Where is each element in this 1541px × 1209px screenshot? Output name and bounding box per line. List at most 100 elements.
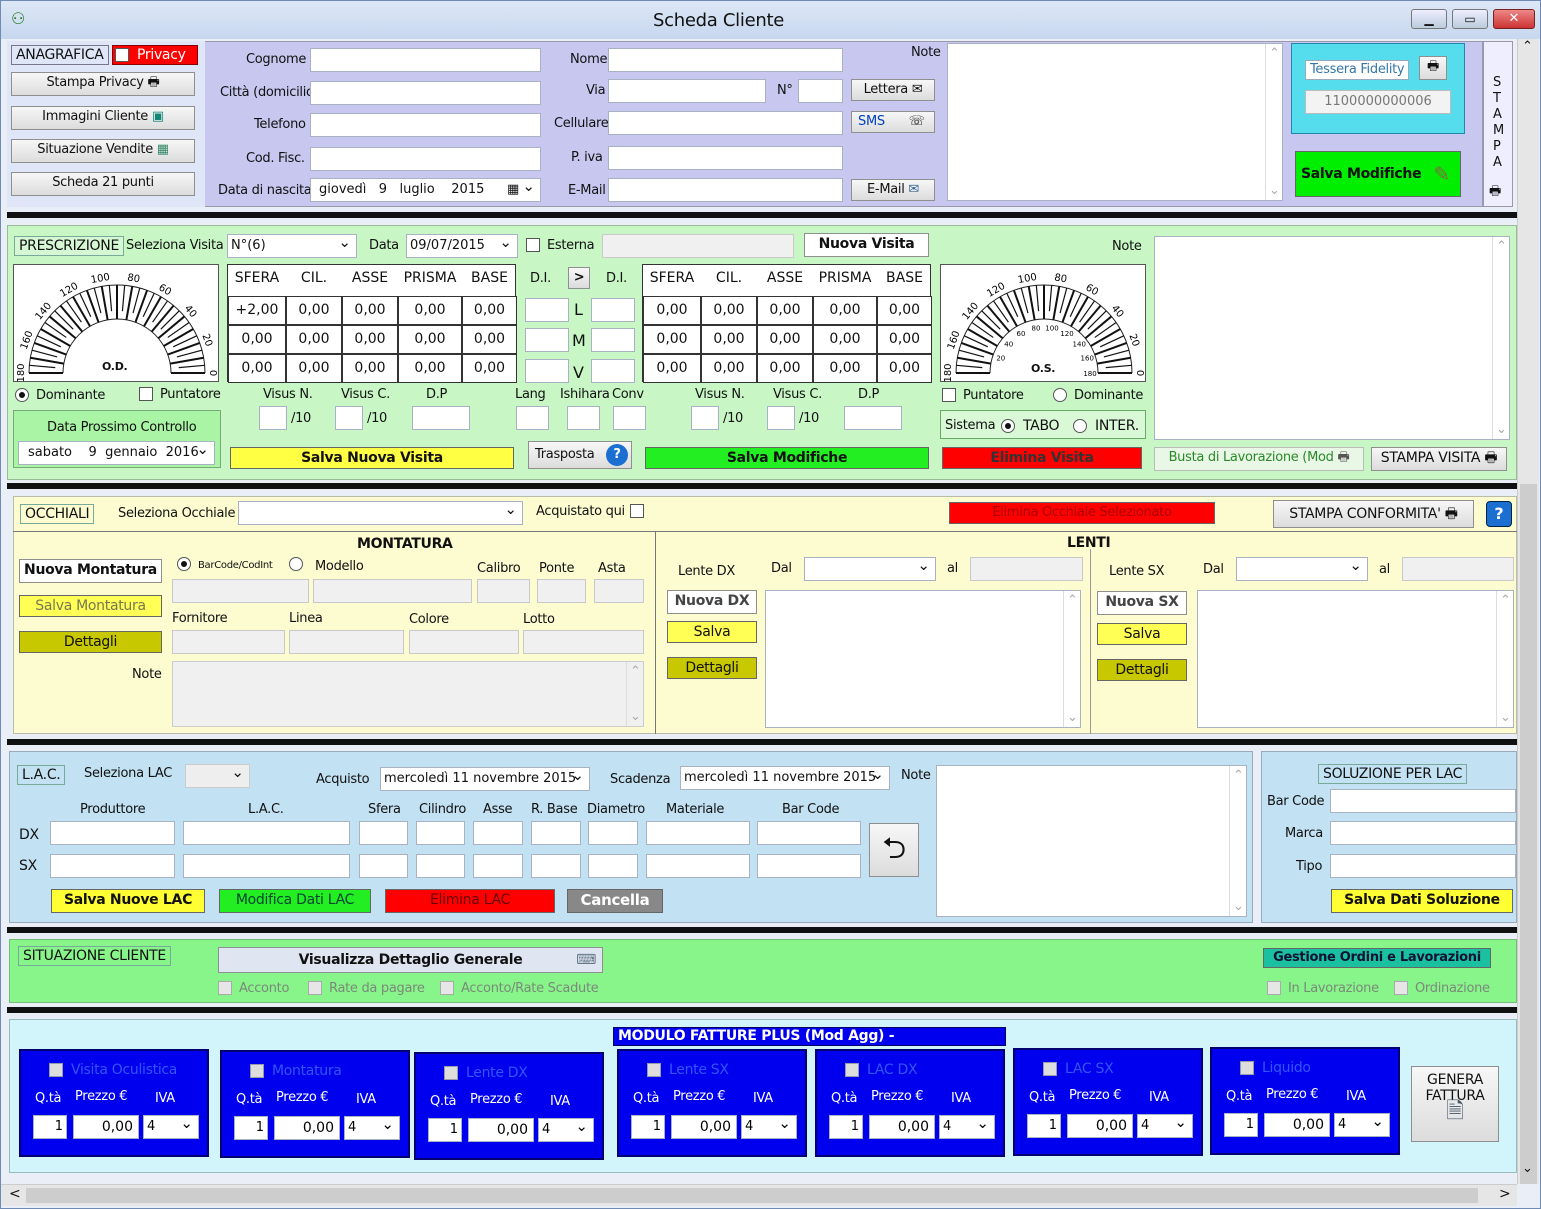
- od-table-cell[interactable]: 0,00: [342, 296, 398, 325]
- lente-sx-textarea[interactable]: [1197, 590, 1514, 728]
- fattura-item-checkbox[interactable]: [1240, 1061, 1254, 1075]
- salva-modifiche-visita-button[interactable]: Salva Modifiche: [645, 447, 929, 469]
- cognome-input[interactable]: [310, 48, 541, 72]
- prezzo-input[interactable]: 0,00: [869, 1115, 935, 1139]
- lac-dx-input[interactable]: [473, 821, 523, 845]
- inter-radio[interactable]: [1073, 419, 1087, 433]
- calibro-input[interactable]: [477, 579, 530, 603]
- prezzo-input[interactable]: 0,00: [468, 1118, 534, 1142]
- puntatore-od-checkbox[interactable]: [139, 387, 153, 401]
- stampa-side-button[interactable]: S T A M P A 🖶: [1483, 41, 1513, 207]
- visus-n-os-input[interactable]: [691, 406, 719, 430]
- cellulare-input[interactable]: [608, 111, 843, 135]
- scroll-thumb[interactable]: [1520, 484, 1537, 1184]
- os-table-cell[interactable]: 0,00: [643, 325, 701, 354]
- od-table-cell[interactable]: 0,00: [398, 296, 462, 325]
- lac-dx-input[interactable]: [531, 821, 581, 845]
- esterna-input[interactable]: [602, 234, 794, 258]
- citta-input[interactable]: [310, 81, 541, 105]
- prezzo-input[interactable]: 0,00: [1264, 1113, 1330, 1137]
- lac-dx-input[interactable]: [183, 821, 350, 845]
- od-table-cell[interactable]: 0,00: [286, 354, 342, 383]
- lac-note-textarea[interactable]: [936, 765, 1247, 917]
- immagini-cliente-button[interactable]: Immagini Cliente ▣: [11, 106, 195, 130]
- di-od-v-input[interactable]: [525, 359, 569, 383]
- od-table-cell[interactable]: 0,00: [462, 296, 517, 325]
- od-table-cell[interactable]: 0,00: [398, 325, 462, 354]
- trasposta-button[interactable]: Trasposta?: [528, 441, 632, 469]
- salva-dx-button[interactable]: Salva: [667, 621, 757, 643]
- lente-sx-scrollbar[interactable]: [1496, 591, 1513, 727]
- lac-sx-input[interactable]: [588, 854, 638, 878]
- nuova-sx-button[interactable]: Nuova SX: [1097, 591, 1187, 615]
- email-input[interactable]: [608, 178, 843, 202]
- dal-dx-select[interactable]: [804, 557, 936, 581]
- od-table-cell[interactable]: 0,00: [342, 354, 398, 383]
- lavorazione-checkbox[interactable]: [1267, 981, 1281, 995]
- salva-sx-button[interactable]: Salva: [1097, 623, 1187, 645]
- vertical-scrollbar[interactable]: ⌃ ⌄: [1517, 39, 1539, 1184]
- os-table-cell[interactable]: 0,00: [877, 354, 932, 383]
- scroll-right-icon[interactable]: >: [1499, 1186, 1511, 1202]
- acquistato-checkbox[interactable]: [630, 504, 644, 518]
- od-table-cell[interactable]: 0,00: [228, 325, 286, 354]
- numero-input[interactable]: [798, 79, 843, 103]
- visualizza-dettaglio-button[interactable]: Visualizza Dettaglio Generale ⌨: [218, 947, 603, 973]
- scroll-down-icon[interactable]: ⌄: [1522, 1161, 1533, 1176]
- acconto-checkbox[interactable]: [218, 981, 232, 995]
- linea-input[interactable]: [289, 630, 404, 654]
- elimina-visita-button[interactable]: Elimina Visita: [942, 447, 1142, 469]
- os-dial[interactable]: 180 160 140 120 100 80 60 40 20 0 20 40 60 80 100 120 14…: [940, 264, 1146, 383]
- telefono-input[interactable]: [310, 113, 541, 137]
- scheda-21-punti-button[interactable]: Scheda 21 punti: [11, 172, 195, 196]
- salva-nuova-visita-button[interactable]: Salva Nuova Visita: [230, 447, 514, 469]
- od-table-cell[interactable]: 0,00: [462, 325, 517, 354]
- prezzo-input[interactable]: 0,00: [274, 1116, 340, 1140]
- os-table-cell[interactable]: 0,00: [877, 325, 932, 354]
- lac-return-button[interactable]: ⮌: [869, 823, 919, 877]
- qta-input[interactable]: 1: [829, 1115, 863, 1139]
- dettagli-montatura-button[interactable]: Dettagli: [19, 631, 162, 653]
- os-table-cell[interactable]: 0,00: [813, 354, 877, 383]
- lente-dx-textarea[interactable]: [765, 590, 1081, 728]
- qta-input[interactable]: 1: [1224, 1113, 1258, 1137]
- lac-sx-input[interactable]: [473, 854, 523, 878]
- situazione-vendite-button[interactable]: Situazione Vendite ▦: [11, 139, 195, 163]
- qta-input[interactable]: 1: [428, 1118, 462, 1142]
- od-table-cell[interactable]: 0,00: [228, 354, 286, 383]
- os-table-cell[interactable]: 0,00: [643, 296, 701, 325]
- os-table-cell[interactable]: 0,00: [877, 296, 932, 325]
- os-table-cell[interactable]: 0,00: [813, 296, 877, 325]
- lac-dx-input[interactable]: [416, 821, 465, 845]
- fattura-item-checkbox[interactable]: [845, 1063, 859, 1077]
- qta-input[interactable]: 1: [631, 1115, 665, 1139]
- close-button[interactable]: ✕: [1493, 9, 1535, 29]
- puntatore-os-checkbox[interactable]: [942, 388, 956, 402]
- calendar-icon[interactable]: ▦: [507, 179, 519, 201]
- salva-dati-soluzione-button[interactable]: Salva Dati Soluzione: [1331, 889, 1513, 913]
- salva-nuove-lac-button[interactable]: Salva Nuove LAC: [51, 889, 205, 913]
- lac-dx-input[interactable]: [50, 821, 175, 845]
- asta-input[interactable]: [594, 579, 644, 603]
- seleziona-occhiale-select[interactable]: [238, 501, 523, 525]
- maximize-button[interactable]: ▭: [1452, 9, 1488, 29]
- scroll-left-icon[interactable]: <: [9, 1186, 21, 1202]
- piva-input[interactable]: [608, 146, 843, 170]
- modello-input[interactable]: [313, 579, 472, 603]
- modello-radio[interactable]: [289, 557, 303, 571]
- montatura-note-textarea[interactable]: [172, 661, 644, 727]
- busta-lavorazione-button[interactable]: Busta di Lavorazione (Mod 🖶: [1154, 447, 1364, 471]
- gestione-ordini-button[interactable]: Gestione Ordini e Lavorazioni: [1263, 948, 1491, 968]
- dp-od-input[interactable]: [412, 406, 470, 430]
- nascita-date-picker[interactable]: giovedì 9 luglio 2015 ▦: [310, 178, 541, 202]
- scadute-checkbox[interactable]: [440, 981, 454, 995]
- di-os-v-input[interactable]: [591, 359, 635, 383]
- minimize-button[interactable]: ▁: [1411, 9, 1447, 29]
- di-os-m-input[interactable]: [591, 328, 635, 352]
- os-table-cell[interactable]: 0,00: [757, 354, 813, 383]
- barcode-input[interactable]: [172, 579, 309, 603]
- help-icon[interactable]: ?: [1486, 501, 1512, 527]
- ordinazione-checkbox[interactable]: [1394, 981, 1408, 995]
- horizontal-scrollbar[interactable]: < >: [1, 1184, 1517, 1206]
- stampa-conformita-button[interactable]: STAMPA CONFORMITA' 🖶: [1273, 500, 1474, 528]
